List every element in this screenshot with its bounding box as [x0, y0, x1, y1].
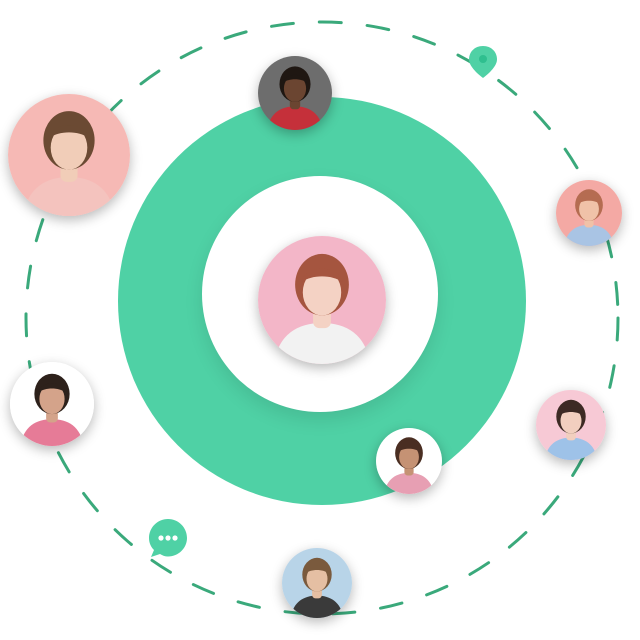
portrait-right-lower-user [536, 390, 606, 460]
avatar-bottom-user[interactable] [282, 548, 352, 618]
location-badge[interactable] [466, 44, 500, 80]
location-pin-icon [469, 46, 497, 78]
avatar-lower-middle-user[interactable] [376, 428, 442, 494]
avatar-right-lower-user[interactable] [536, 390, 606, 460]
portrait-top-user [258, 56, 332, 130]
avatar-right-upper-user[interactable] [556, 180, 622, 246]
chat-badge[interactable] [146, 516, 190, 560]
portrait-top-left-user [8, 94, 130, 216]
avatar-top-left-user[interactable] [8, 94, 130, 216]
social-network-illustration [0, 0, 640, 640]
avatar-top-user[interactable] [258, 56, 332, 130]
portrait-center-user [258, 236, 386, 364]
avatar-center-user[interactable] [258, 236, 386, 364]
chat-bubble-icon [149, 519, 187, 557]
portrait-lower-middle-user [376, 428, 442, 494]
portrait-right-upper-user [556, 180, 622, 246]
avatar-left-user[interactable] [10, 362, 94, 446]
portrait-left-user [10, 362, 94, 446]
portrait-bottom-user [282, 548, 352, 618]
